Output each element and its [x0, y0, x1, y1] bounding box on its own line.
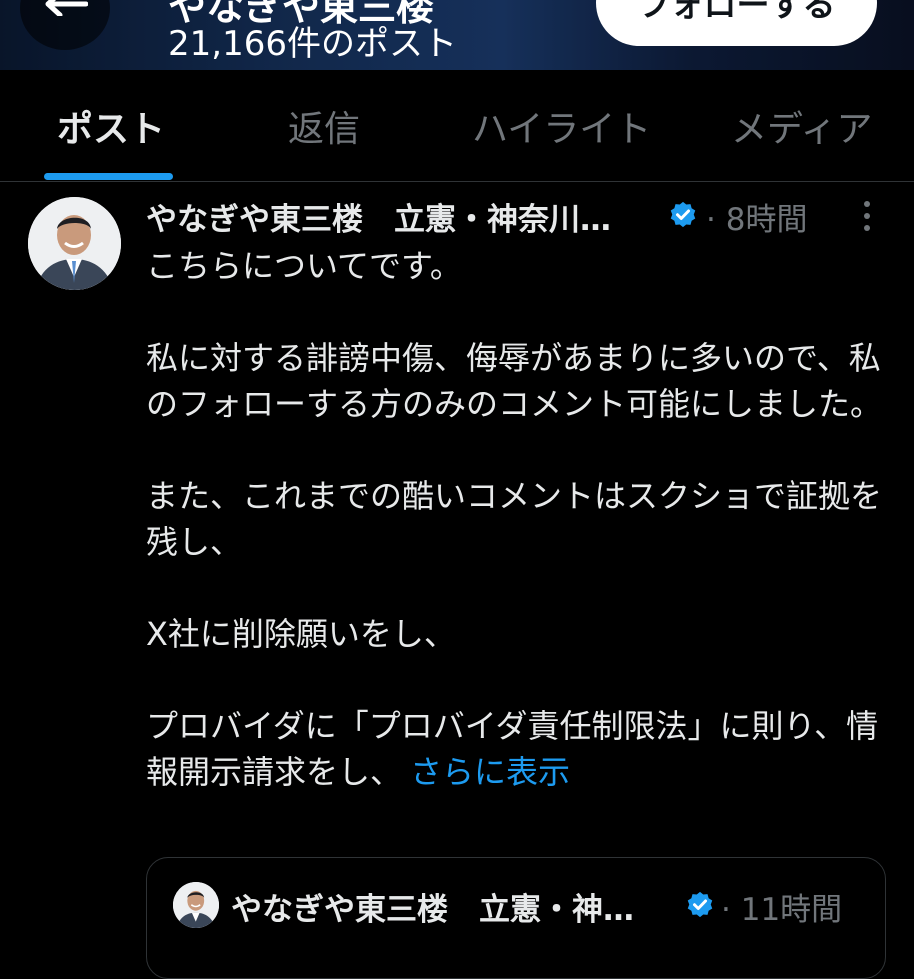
quoted-post-timestamp: · 11時間 — [721, 884, 842, 929]
follow-button[interactable]: フォローする — [596, 0, 877, 46]
quoted-post-avatar — [173, 882, 219, 928]
tab-posts[interactable]: ポスト — [57, 100, 165, 152]
profile-header: やなぎや東三楼 21,166件のポスト フォローする — [0, 0, 914, 70]
arrow-left-icon — [45, 0, 88, 16]
time-separator: · — [706, 202, 716, 238]
post-text: こちらについてです。 私に対する誹謗中傷、侮辱があまりに多いので、私のフォローす… — [146, 243, 886, 795]
post-text-line: こちらについてです。 — [146, 247, 462, 285]
tab-highlights[interactable]: ハイライト — [472, 100, 651, 152]
time-separator: · — [721, 892, 731, 928]
follow-button-label: フォローする — [637, 0, 836, 24]
post-count: 21,166件のポスト — [168, 24, 457, 64]
back-button[interactable] — [20, 0, 110, 50]
more-vertical-icon[interactable] — [858, 198, 876, 234]
avatar[interactable] — [28, 197, 121, 290]
post-author-name[interactable]: やなぎや東三楼 立憲・神奈川… — [146, 194, 611, 239]
quoted-post[interactable]: やなぎや東三楼 立憲・神… · 11時間 — [146, 857, 886, 979]
active-tab-indicator — [44, 173, 173, 180]
verified-badge-icon — [687, 891, 713, 918]
time-label: 8時間 — [725, 202, 808, 238]
profile-tabs: ポスト 返信 ハイライト メディア — [0, 70, 914, 182]
tab-replies[interactable]: 返信 — [288, 100, 360, 152]
post-text-line: 私に対する誹謗中傷、侮辱があまりに多いので、私のフォローする方のみのコメント可能… — [146, 339, 883, 423]
quoted-post-author-name: やなぎや東三楼 立憲・神… — [231, 892, 634, 928]
post-text-line: X社に削除願いをし、 — [146, 615, 456, 653]
post-text-line: また、これまでの酷いコメントはスクショで証拠を残し、 — [146, 477, 883, 561]
post-text-line-last: プロバイダに「プロバイダ責任制限法」に則り、情報開示請求をし、 さらに表示 — [146, 703, 886, 795]
post-timestamp[interactable]: · 8時間 — [706, 194, 807, 239]
show-more-link[interactable]: さらに表示 — [410, 753, 570, 791]
verified-badge-icon — [670, 201, 696, 228]
time-label: 11時間 — [740, 892, 843, 928]
tab-media[interactable]: メディア — [731, 100, 872, 152]
